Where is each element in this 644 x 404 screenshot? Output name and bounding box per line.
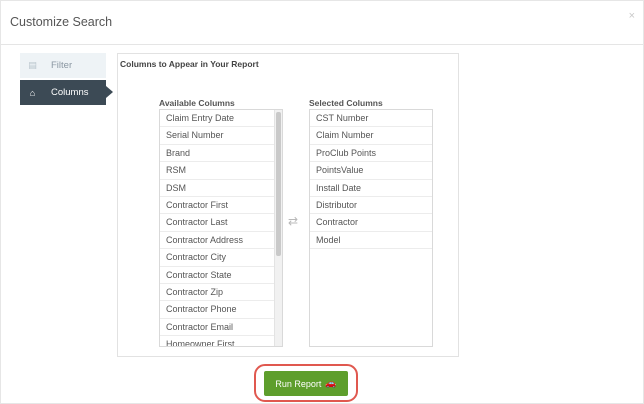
columns-panel: Columns to Appear in Your Report Availab… [117,53,459,357]
selected-column-list-item[interactable]: Contractor [310,214,432,232]
dialog-header: Customize Search × [1,1,643,45]
available-columns-list[interactable]: Claim Entry Date Serial Number Brand RSM DSM… [159,109,283,347]
panel-title: Columns to Appear in Your Report [120,59,259,69]
selected-columns-list[interactable]: CST Number Claim Number ProClub Points Poin… [309,109,433,347]
available-column-list-item[interactable]: Brand [160,145,274,163]
selected-column-list-item[interactable]: ProClub Points [310,145,432,163]
available-column-list-item[interactable]: Contractor Last [160,214,274,232]
run-report-button[interactable]: Run Report 🚗 [264,371,348,396]
selected-column-list-item[interactable]: Distributor [310,197,432,215]
tab-columns-label: Columns [51,87,89,98]
available-list-scrollbar[interactable] [274,110,282,346]
available-column-list-item[interactable]: Contractor First [160,197,274,215]
available-columns-header: Available Columns [159,98,235,108]
filter-icon: ▤ [28,60,37,70]
selected-column-list-item[interactable]: Install Date [310,180,432,197]
selected-column-list-item[interactable]: Claim Number [310,127,432,145]
available-column-list-item[interactable]: Homeowner First [160,336,274,346]
scrollbar-thumb[interactable] [276,112,281,256]
available-column-list-item[interactable]: DSM [160,180,274,197]
selected-columns-header: Selected Columns [309,98,383,108]
car-icon: 🚗 [325,378,337,388]
available-column-list-item[interactable]: Contractor City [160,249,274,267]
tab-filter-label: Filter [51,60,73,71]
available-column-list-item[interactable]: Serial Number [160,127,274,145]
customize-search-dialog: Customize Search × ▤ Filter ⌂ Columns Co… [0,0,644,404]
available-column-list-item[interactable]: Contractor Email [160,319,274,337]
swap-arrows-icon: ⇄ [288,214,299,228]
available-column-list-item[interactable]: Claim Entry Date [160,110,274,128]
side-tabs: ▤ Filter ⌂ Columns [20,53,113,107]
selected-column-list-item[interactable]: CST Number [310,110,432,128]
available-column-list-item[interactable]: Contractor Phone [160,301,274,319]
dialog-title: Customize Search [10,15,113,29]
selected-column-list-item[interactable]: PointsValue [310,162,432,180]
run-report-label: Run Report [275,378,322,389]
tab-columns[interactable]: ⌂ Columns [20,80,113,105]
available-column-list-item[interactable]: Contractor Zip [160,284,274,302]
available-column-list-item[interactable]: Contractor Address [160,232,274,250]
run-report-highlight: Run Report 🚗 [254,364,358,402]
home-icon: ⌂ [29,87,36,98]
available-column-list-item[interactable]: Contractor State [160,267,274,284]
close-icon[interactable]: × [629,10,635,22]
available-column-list-item[interactable]: RSM [160,162,274,180]
selected-column-list-item[interactable]: Model [310,232,432,250]
tab-filter[interactable]: ▤ Filter [20,53,106,78]
